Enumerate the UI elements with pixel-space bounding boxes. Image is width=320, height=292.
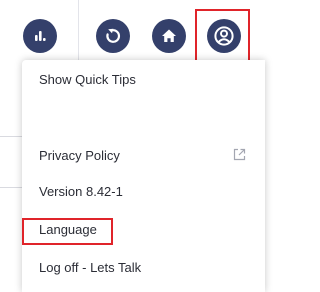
menu-item-label: Show Quick Tips bbox=[39, 71, 136, 87]
menu-item-label: Privacy Policy bbox=[39, 147, 120, 163]
analytics-button[interactable] bbox=[23, 19, 57, 53]
menu-item-version: Version 8.42-1 bbox=[22, 174, 265, 208]
home-button[interactable] bbox=[152, 19, 186, 53]
external-link-icon bbox=[233, 148, 246, 161]
menu-item-language[interactable]: Language bbox=[22, 212, 265, 246]
menu-item-log-off[interactable]: Log off - Lets Talk bbox=[22, 250, 265, 284]
menu-item-quick-tips[interactable]: Show Quick Tips bbox=[22, 62, 265, 96]
bar-chart-icon bbox=[35, 31, 46, 41]
version-label: Version 8.42-1 bbox=[39, 183, 123, 199]
profile-button[interactable] bbox=[207, 19, 241, 53]
user-circle-icon bbox=[214, 26, 234, 46]
refresh-button[interactable] bbox=[96, 19, 130, 53]
profile-dropdown-menu: Show Quick Tips Privacy Policy Version 8… bbox=[22, 60, 265, 292]
menu-item-label: Language bbox=[39, 221, 97, 237]
refresh-icon bbox=[106, 28, 121, 43]
menu-item-label: Log off - Lets Talk bbox=[39, 259, 142, 275]
home-icon bbox=[162, 29, 176, 42]
menu-item-privacy-policy[interactable]: Privacy Policy bbox=[22, 138, 265, 172]
background-divider bbox=[0, 187, 22, 188]
background-divider bbox=[0, 136, 22, 137]
